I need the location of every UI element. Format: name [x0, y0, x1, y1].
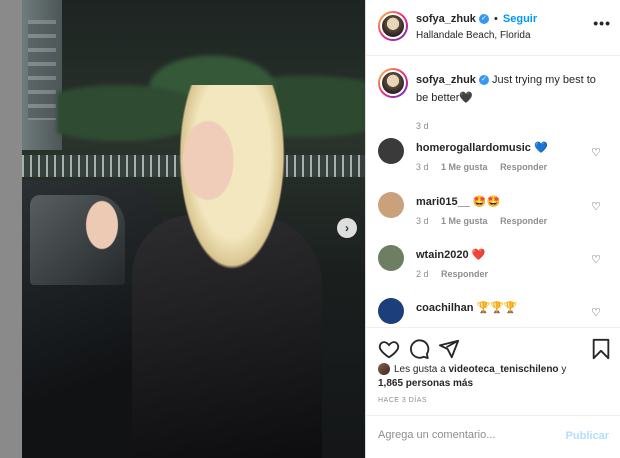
- instagram-post-modal: › sofya_zhuk ✓ • Seguir Hallandale Beach,…: [0, 0, 620, 458]
- comments-list[interactable]: sofya_zhuk ✓ Just trying my best to be be…: [366, 56, 620, 326]
- post-time[interactable]: HACE 3 DÍAS: [378, 397, 427, 404]
- comment-body: 🤩🤩: [472, 196, 501, 208]
- heart-icon[interactable]: ♡: [591, 306, 601, 319]
- comment-meta: 3 d 1 Me gusta Responder: [416, 216, 557, 226]
- avatar[interactable]: [378, 11, 408, 41]
- reply-button[interactable]: Responder: [441, 269, 488, 279]
- list-item: wtain2020 ❤️ 2 d Responder ♡: [378, 245, 613, 295]
- comment-text: mari015__ 🤩🤩: [416, 195, 500, 208]
- comment-username[interactable]: wtain2020: [416, 249, 469, 261]
- photo-building: [22, 0, 62, 150]
- post-side-panel: sofya_zhuk ✓ • Seguir Hallandale Beach, F…: [365, 0, 620, 458]
- photo-hand: [82, 195, 122, 255]
- avatar[interactable]: [378, 138, 404, 164]
- comment-likes[interactable]: 1 Me gusta: [441, 162, 488, 172]
- bookmark-icon[interactable]: [590, 338, 612, 360]
- liked-by-and: y: [561, 364, 567, 375]
- comment-username[interactable]: homerogallardomusic: [416, 142, 531, 154]
- post-username[interactable]: sofya_zhuk: [416, 13, 476, 25]
- add-comment-bar: Publicar: [366, 415, 620, 458]
- avatar[interactable]: [378, 68, 408, 98]
- comment-meta: 3 d 1 Me gusta Responder: [416, 162, 557, 172]
- comment-time[interactable]: 3 d: [416, 162, 429, 172]
- verified-icon: ✓: [478, 14, 489, 25]
- caption-username[interactable]: sofya_zhuk: [416, 74, 476, 86]
- likes-count[interactable]: 1,865 personas más: [378, 378, 473, 389]
- comment-body: 💙: [533, 142, 548, 154]
- avatar[interactable]: [378, 363, 390, 376]
- caption-text: sofya_zhuk ✓ Just trying my best to be be…: [416, 71, 606, 107]
- heart-icon[interactable]: ♡: [591, 253, 601, 266]
- comment-time[interactable]: 2 d: [416, 269, 429, 279]
- publish-button[interactable]: Publicar: [566, 430, 609, 442]
- heart-icon[interactable]: ♡: [591, 200, 601, 213]
- comment-text: homerogallardomusic 💙: [416, 141, 548, 154]
- comment-likes[interactable]: 1 Me gusta: [441, 216, 488, 226]
- comment-username[interactable]: coachilhan: [416, 302, 473, 314]
- avatar[interactable]: [378, 245, 404, 271]
- avatar[interactable]: [378, 298, 404, 324]
- header-separator: •: [493, 13, 498, 25]
- liked-by: Les gusta a videoteca_tenischileno y 1,8…: [378, 363, 613, 391]
- comment-body: ❤️: [471, 249, 486, 261]
- comment-meta: 2 d Responder: [416, 269, 498, 279]
- liked-by-prefix: Les gusta a: [394, 364, 446, 375]
- heart-icon[interactable]: ♡: [591, 146, 601, 159]
- caption-time[interactable]: 3 d: [416, 121, 429, 131]
- action-bar: [366, 327, 620, 367]
- heart-icon[interactable]: [378, 338, 400, 360]
- comment-time[interactable]: 3 d: [416, 216, 429, 226]
- follow-button[interactable]: Seguir: [503, 13, 537, 25]
- header-user-line: sofya_zhuk ✓ • Seguir: [416, 13, 537, 25]
- comment-body: 🏆🏆🏆: [476, 302, 518, 314]
- comment-text: wtain2020 ❤️: [416, 248, 485, 261]
- liked-by-user[interactable]: videoteca_tenischileno: [449, 364, 559, 375]
- post-header: sofya_zhuk ✓ • Seguir Hallandale Beach, F…: [366, 0, 620, 56]
- comment-text: coachilhan 🏆🏆🏆: [416, 301, 518, 314]
- reply-button[interactable]: Responder: [500, 216, 547, 226]
- avatar[interactable]: [378, 192, 404, 218]
- chevron-right-icon[interactable]: ›: [337, 218, 357, 238]
- list-item: homerogallardomusic 💙 3 d 1 Me gusta Res…: [378, 138, 613, 188]
- more-options-icon[interactable]: •••: [593, 15, 611, 31]
- photo-face: [182, 120, 240, 210]
- list-item: mari015__ 🤩🤩 3 d 1 Me gusta Responder ♡: [378, 192, 613, 242]
- post-photo[interactable]: [22, 0, 365, 458]
- post-location[interactable]: Hallandale Beach, Florida: [416, 30, 531, 41]
- reply-button[interactable]: Responder: [500, 162, 547, 172]
- comment-icon[interactable]: [408, 338, 430, 360]
- share-icon[interactable]: [438, 338, 460, 360]
- verified-icon: ✓: [478, 75, 489, 86]
- comment-input[interactable]: [378, 429, 558, 441]
- comment-username[interactable]: mari015__: [416, 196, 470, 208]
